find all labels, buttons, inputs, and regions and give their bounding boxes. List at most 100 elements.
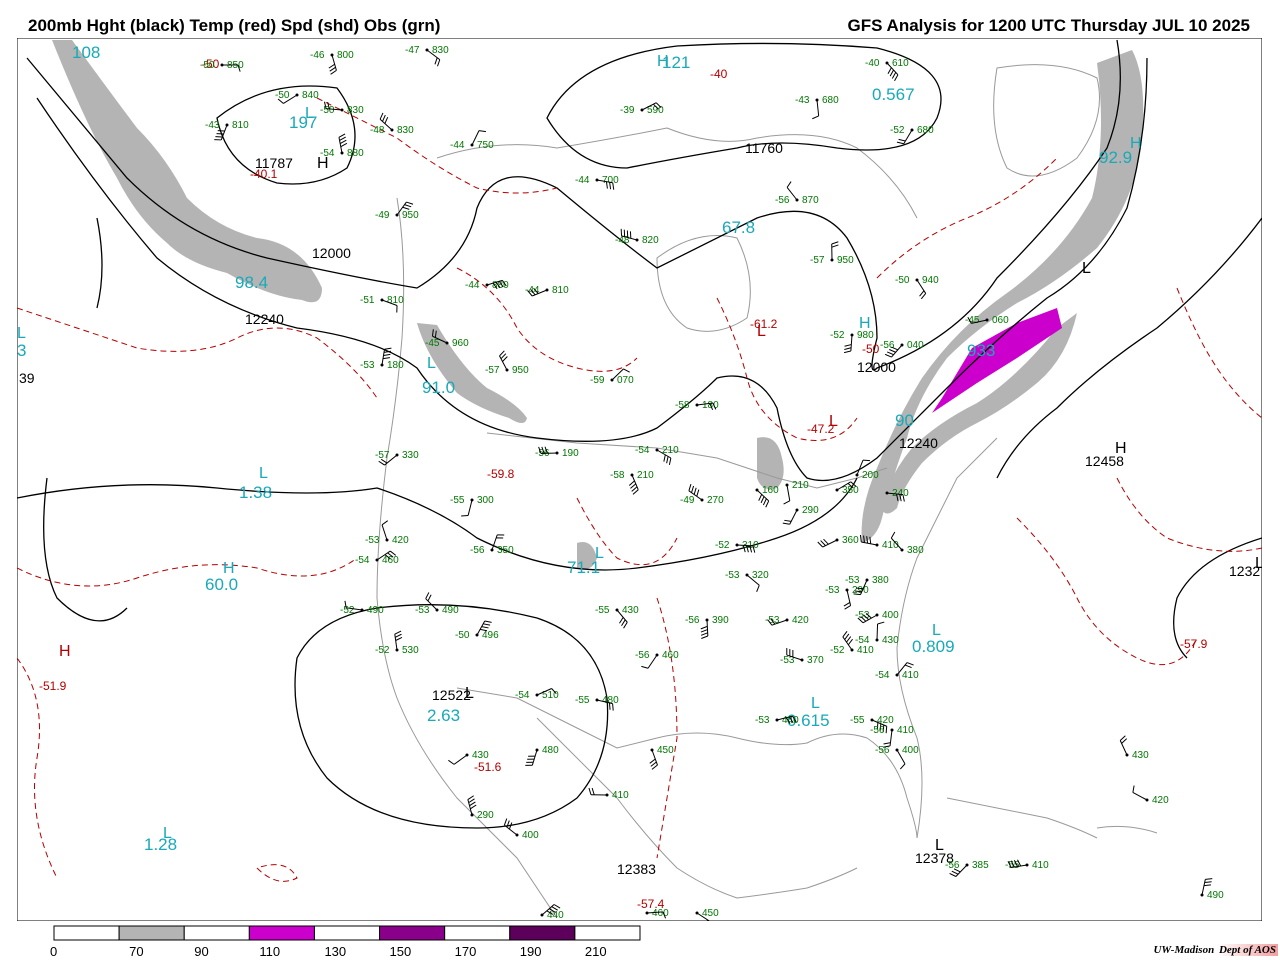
- ob-height: 180: [387, 360, 404, 371]
- ob-temp: -49: [375, 210, 390, 221]
- ob-height: 190: [562, 448, 579, 459]
- legend-tick-labels: 0 70 90 110 130 150 170 190 210: [50, 944, 607, 959]
- high-marker: H: [657, 53, 669, 70]
- ob-height: 810: [232, 120, 249, 131]
- ob-temp: -43: [205, 120, 220, 131]
- ob-temp: -50: [320, 105, 335, 116]
- ob-temp: -55: [1005, 860, 1020, 871]
- ob-height: 960: [452, 338, 469, 349]
- low-marker: L: [17, 325, 26, 342]
- ob-temp: -53: [360, 360, 375, 371]
- temp-label: -40: [710, 67, 728, 81]
- ob-temp: -46: [310, 50, 325, 61]
- legend-tick: 90: [194, 944, 208, 959]
- ob-temp: -53: [845, 575, 860, 586]
- ob-temp: -50: [895, 275, 910, 286]
- ob-temp: -58: [610, 470, 625, 481]
- ob-height: 410: [897, 725, 914, 736]
- ob-height: 290: [802, 505, 819, 516]
- ob-height: 980: [857, 330, 874, 341]
- wind-barb-feather: [612, 703, 614, 711]
- ob-height: 610: [892, 58, 909, 69]
- legend-color-box: [574, 925, 641, 941]
- speed-label: 3: [17, 341, 26, 360]
- temp-label: -57.9: [1180, 637, 1208, 651]
- ob-height: 460: [662, 650, 679, 661]
- low-marker: L: [595, 545, 604, 562]
- high-marker: H: [1115, 440, 1127, 457]
- ob-temp: -58: [675, 400, 690, 411]
- legend-tick: 210: [585, 944, 607, 959]
- speed-label: 92.9: [1099, 148, 1132, 167]
- ob-height: 880: [347, 148, 364, 159]
- ob-height: 750: [477, 140, 494, 151]
- ob-temp: -53: [755, 715, 770, 726]
- height-label: 39: [19, 370, 35, 386]
- ob-temp: -54: [635, 445, 650, 456]
- ob-temp: -50: [275, 90, 290, 101]
- ob-height: 160: [762, 485, 779, 496]
- ob-temp: -54: [875, 670, 890, 681]
- ob-height: 430: [882, 635, 899, 646]
- low-marker: L: [163, 825, 172, 842]
- low-marker: L: [935, 837, 944, 854]
- legend-tick: 150: [390, 944, 412, 959]
- ob-temp: -52: [830, 330, 845, 341]
- ob-temp: -55: [450, 495, 465, 506]
- ob-height: 200: [862, 470, 879, 481]
- ob-height: 210: [792, 480, 809, 491]
- legend-color-box: [53, 925, 120, 941]
- ob-height: 490: [1207, 890, 1224, 901]
- ob-height: 810: [387, 295, 404, 306]
- ob-height: 350: [842, 485, 859, 496]
- speed-color-legend: 0 70 90 110 130 150 170 190 210: [50, 925, 641, 959]
- analysis-time: GFS Analysis for 1200 UTC Thursday JUL 1…: [847, 16, 1251, 35]
- ob-temp: -44: [525, 285, 540, 296]
- legend-tick: 130: [324, 944, 346, 959]
- ob-temp: -56: [870, 725, 885, 736]
- ob-height: 950: [402, 210, 419, 221]
- legend-color-box: [118, 925, 185, 941]
- ob-height: 070: [617, 375, 634, 386]
- ob-height: 410: [857, 645, 874, 656]
- ob-temp: -54: [855, 635, 870, 646]
- ob-temp: -57: [485, 365, 500, 376]
- ob-height: 680: [822, 95, 839, 106]
- ob-temp: -55: [850, 715, 865, 726]
- ob-temp: -50: [200, 60, 215, 71]
- legend-color-box: [509, 925, 576, 941]
- legend-color-box: [444, 925, 511, 941]
- ob-height: 290: [477, 810, 494, 821]
- legend-tick: 70: [129, 944, 143, 959]
- ob-height: 430: [622, 605, 639, 616]
- ob-temp: -44: [450, 140, 465, 151]
- ob-height: 490: [442, 605, 459, 616]
- low-marker: L: [427, 355, 436, 372]
- low-marker: L: [811, 695, 820, 712]
- wind-barb-staff: [876, 623, 879, 641]
- speed-label: 933: [967, 341, 995, 360]
- wind-barb-feather: [608, 702, 611, 710]
- legend-tick: 190: [520, 944, 542, 959]
- ob-height: 300: [477, 495, 494, 506]
- ob-temp: -45: [965, 315, 980, 326]
- speed-label: 90: [895, 411, 914, 430]
- ob-temp: -40: [865, 58, 880, 69]
- ob-height: 480: [602, 695, 619, 706]
- ob-temp: -53: [825, 585, 840, 596]
- ob-temp: -47: [405, 45, 420, 56]
- low-marker: L: [1082, 260, 1091, 277]
- temp-label: -59.8: [487, 467, 515, 481]
- ob-height: 330: [402, 450, 419, 461]
- ob-height: 700: [602, 175, 619, 186]
- ob-temp: -44: [465, 280, 480, 291]
- ob-height: 800: [337, 50, 354, 61]
- ob-temp: -49: [680, 495, 695, 506]
- ob-height: 450: [657, 745, 674, 756]
- ob-height: 040: [907, 340, 924, 351]
- ob-temp: -52: [890, 125, 905, 136]
- ob-temp: -48: [370, 125, 385, 136]
- ob-height: 496: [482, 630, 499, 641]
- ob-height: 940: [922, 275, 939, 286]
- ob-height: 410: [902, 670, 919, 681]
